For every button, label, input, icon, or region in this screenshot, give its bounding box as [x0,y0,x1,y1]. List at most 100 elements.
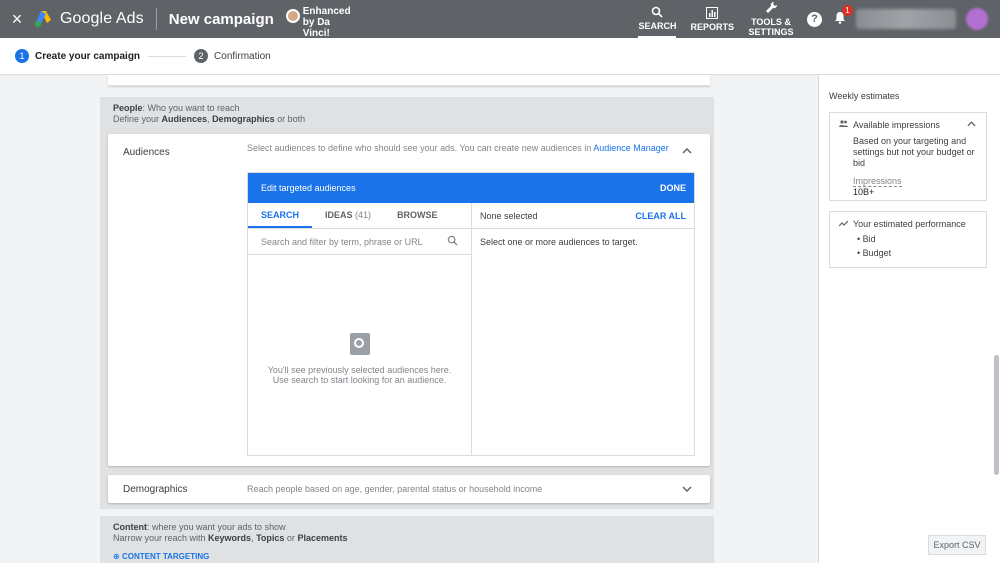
estimated-performance-card: Your estimated performance • Bid • Budge… [829,211,987,268]
selected-header: None selected CLEAR ALL [472,203,694,229]
step-confirmation[interactable]: Confirmation [214,51,271,62]
bid-label: Bid [862,234,876,244]
bar-chart-icon [706,6,719,22]
step-1-number: 1 [15,49,29,63]
tab-browse-label: BROWSE [397,210,438,220]
audience-tabs: SEARCH IDEAS (41) BROWSE [248,203,471,229]
content-section: Content: where you want your ads to show… [100,516,714,563]
page-title: New campaign [168,10,274,28]
audiences-description: Select audiences to define who should se… [247,143,677,154]
tab-browse[interactable]: BROWSE [384,203,451,228]
selected-message: Select one or more audiences to target. [480,237,638,247]
content-heading-rest: : where you want your ads to show [147,522,286,532]
content-heading: Content [113,522,147,532]
reports-button[interactable]: REPORTS [690,0,734,38]
performance-item-bid: • Bid [857,234,876,244]
people-heading-rest: : Who you want to reach [142,103,240,113]
google-ads-logo-icon [34,10,54,28]
editor-title: Edit targeted audiences [261,183,356,193]
tab-ideas-label: IDEAS [325,210,353,220]
empty-line-1: You'll see previously selected audiences… [267,365,452,375]
performance-header: Your estimated performance [838,219,966,229]
people-sub-text: Define your [113,114,162,124]
scrollbar[interactable] [994,355,999,475]
reports-label: REPORTS [690,21,734,32]
content-sub-keywords: Keywords [208,533,252,543]
notification-count-badge: 1 [842,5,853,16]
people-sub-post: or both [274,114,306,124]
extension-badge[interactable]: Enhanced by Da Vinci! [285,0,351,39]
budget-label: Budget [862,248,892,258]
close-icon[interactable]: × [0,9,34,30]
search-placeholder: Search and filter by term, phrase or URL [261,236,423,247]
performance-title: Your estimated performance [853,219,966,229]
available-impressions-card: Available impressions Based on your targ… [829,112,987,201]
extension-avatar-icon [285,9,300,23]
search-label: SEARCH [638,20,677,31]
demographics-card[interactable]: Demographics Reach people based on age, … [108,475,710,503]
performance-item-budget: • Budget [857,248,892,258]
top-app-bar: × Google Ads New campaign Enhanced by Da… [0,0,1000,39]
content-targeting-link[interactable]: ⊕ CONTENT TARGETING [100,550,714,563]
audience-manager-link[interactable]: Audience Manager [593,143,669,153]
tab-ideas-count: (41) [355,210,372,220]
audience-search-pane: SEARCH IDEAS (41) BROWSE Search and filt… [248,203,472,455]
notifications-button[interactable]: 1 [834,5,853,27]
selected-audiences-pane: None selected CLEAR ALL Select one or mo… [472,203,694,455]
audiences-label: Audiences [123,147,170,158]
estimates-panel: Weekly estimates Available impressions B… [818,75,1000,563]
chevron-up-icon[interactable] [967,119,976,129]
demographics-description: Reach people based on age, gender, paren… [247,484,543,494]
done-button[interactable]: DONE [660,183,686,193]
campaign-stepper: 1 Create your campaign 2 Confirmation [0,38,1000,75]
brand-name: Google Ads [60,10,144,27]
impressions-value: 10B+ [853,187,875,197]
content-section-header: Content: where you want your ads to show… [100,516,714,550]
people-section-header: People: Who you want to reach Define you… [100,97,714,131]
impressions-label: Impressions [853,176,902,187]
tools-settings-label: TOOLS & SETTINGS [748,17,794,37]
tab-ideas[interactable]: IDEAS (41) [312,203,384,228]
step-connector [148,55,187,57]
impressions-title: Available impressions [853,120,940,130]
editor-header: Edit targeted audiences DONE [248,173,694,203]
people-heading: People [113,103,143,113]
extension-label: Enhanced by Da Vinci! [302,6,351,39]
audience-search-input[interactable]: Search and filter by term, phrase or URL [248,229,471,255]
step-2-number: 2 [194,49,209,63]
account-info[interactable] [856,9,956,29]
demographics-label: Demographics [123,483,188,495]
empty-line-2: Use search to start looking for an audie… [272,375,447,385]
selected-count: None selected [480,210,538,221]
clear-all-button[interactable]: CLEAR ALL [635,211,686,221]
search-document-icon [349,333,370,355]
previous-section-card [108,75,710,86]
divider [155,8,157,30]
chevron-up-icon[interactable] [682,146,692,157]
wrench-icon [765,1,778,17]
content-sub-or: or [284,533,298,543]
audiences-card: Audiences Select audiences to define who… [108,134,710,466]
search-button[interactable]: SEARCH [638,0,677,38]
export-csv-button[interactable]: Export CSV [928,535,986,555]
impressions-header: Available impressions [839,120,940,130]
chevron-down-icon[interactable] [682,484,692,495]
trend-icon [838,220,849,229]
main-content: People: Who you want to reach Define you… [0,75,818,563]
audience-editor: Edit targeted audiences DONE SEARCH IDEA… [247,172,695,456]
tab-search[interactable]: SEARCH [248,203,313,228]
content-sub-text: Narrow your reach with [113,533,209,543]
step-create-campaign[interactable]: Create your campaign [35,51,140,62]
tab-search-label: SEARCH [261,210,300,220]
avatar[interactable] [966,8,988,30]
content-sub-topics: Topics [256,533,285,543]
weekly-estimates-title: Weekly estimates [829,91,900,101]
content-targeting-label: CONTENT TARGETING [121,552,210,561]
search-icon [447,235,458,248]
help-icon[interactable]: ? [807,11,822,27]
tools-settings-button[interactable]: TOOLS & SETTINGS [748,0,794,38]
search-icon [651,6,664,21]
people-sub-demographics: Demographics [212,114,275,124]
impressions-description: Based on your targeting and settings but… [853,136,975,168]
people-icon [839,120,848,130]
